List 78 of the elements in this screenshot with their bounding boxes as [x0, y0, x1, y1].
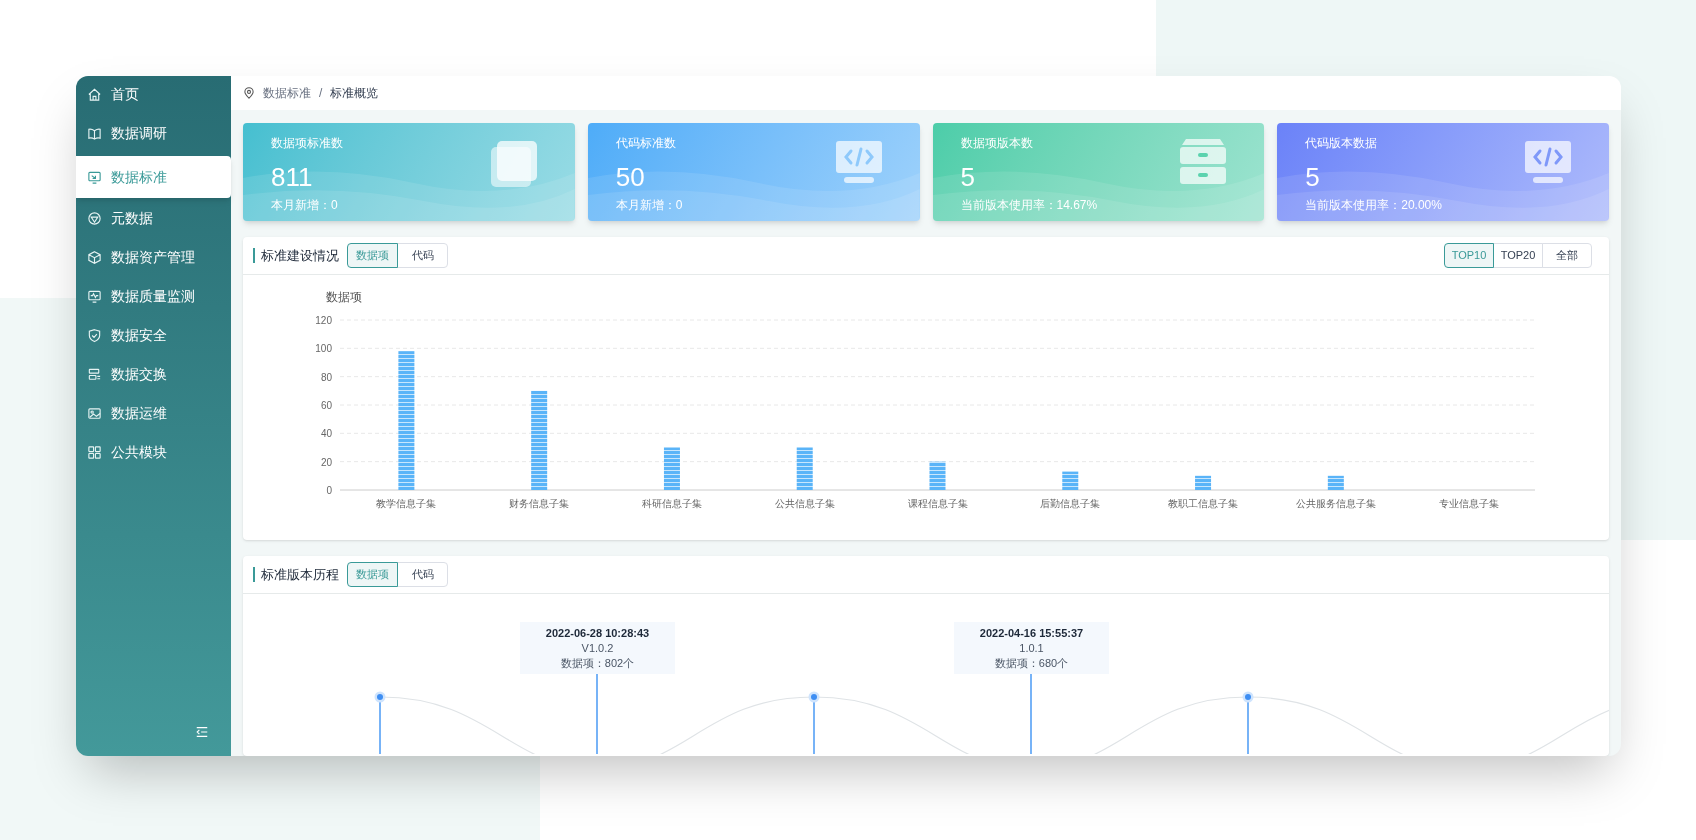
- timeline-node: [808, 691, 820, 754]
- segment-tab[interactable]: TOP20: [1493, 243, 1543, 268]
- panel-title: 标准建设情况: [253, 248, 339, 263]
- x-tick-label: 财务信息子集: [509, 498, 570, 509]
- y-tick-label: 40: [320, 428, 332, 440]
- sidebar-item[interactable]: 数据交换: [76, 356, 231, 393]
- card-subtext: 当前版本使用率：20.00%: [1305, 197, 1442, 213]
- x-tick-label: 教职工信息子集: [1168, 498, 1239, 509]
- x-tick-label: 后勤信息子集: [1040, 498, 1101, 509]
- axis-title: 数据项: [326, 290, 362, 304]
- card-subtext: 本月新增：0: [615, 197, 683, 213]
- y-tick-label: 120: [315, 315, 332, 326]
- x-tick-label: 公共信息子集: [774, 498, 835, 509]
- bar: [1327, 475, 1344, 490]
- card-title: 代码版本数据: [1305, 135, 1378, 151]
- list-icon: [87, 367, 102, 382]
- cube-icon: [87, 250, 102, 265]
- bar: [1062, 471, 1079, 490]
- segment-tab[interactable]: 数据项: [347, 562, 398, 587]
- sidebar-item[interactable]: 数据质量监测: [76, 278, 231, 315]
- sidebar-item[interactable]: 数据调研: [76, 115, 231, 152]
- shield-icon: [87, 328, 102, 343]
- collapse-menu-icon[interactable]: [195, 725, 209, 739]
- version-count: 数据项：680个: [994, 655, 1069, 671]
- card-value: 5: [1305, 161, 1320, 193]
- x-tick-label: 专业信息子集: [1438, 498, 1499, 509]
- bar: [929, 461, 946, 490]
- image-frame-icon: [87, 406, 102, 421]
- y-tick-label: 0: [326, 485, 332, 496]
- home-icon: [87, 87, 102, 102]
- timeline-node: [1242, 691, 1254, 754]
- segment-tab[interactable]: 代码: [397, 562, 448, 587]
- monitor-icon: [87, 169, 102, 185]
- segment-tab[interactable]: 全部: [1542, 243, 1592, 268]
- card-subtext: 当前版本使用率：14.67%: [960, 197, 1098, 213]
- sidebar-item[interactable]: 数据运维: [76, 395, 231, 432]
- timeline-node: [374, 691, 386, 754]
- sidebar-item[interactable]: 首页: [76, 76, 231, 113]
- card-title: 代码标准数: [615, 135, 676, 151]
- panel-title: 标准版本历程: [253, 567, 339, 582]
- version-number: 1.0.1: [1019, 640, 1044, 656]
- breadcrumb-link[interactable]: 数据标准: [263, 84, 311, 102]
- book-icon: [87, 126, 102, 141]
- x-tick-label: 课程信息子集: [907, 498, 968, 509]
- sidebar-item[interactable]: 元数据: [76, 200, 231, 237]
- version-count: 数据项：802个: [560, 655, 635, 671]
- sidebar-item[interactable]: 公共模块: [76, 434, 231, 471]
- y-tick-label: 100: [315, 343, 332, 355]
- version-date: 2022-06-28 10:28:43: [545, 625, 650, 641]
- location-pin-icon: [243, 87, 255, 99]
- card-subtext: 本月新增：0: [271, 197, 338, 213]
- segment-tab[interactable]: 代码: [397, 243, 448, 268]
- grid-icon: [87, 445, 102, 460]
- breadcrumb-separator: /: [319, 85, 323, 102]
- sidebar-item[interactable]: 数据安全: [76, 317, 231, 354]
- bar: [1195, 475, 1212, 490]
- bar: [796, 447, 813, 490]
- drawer-cabinet-icon: [1178, 137, 1229, 187]
- version-number: V1.0.2: [581, 640, 614, 656]
- bar: [663, 447, 680, 490]
- card-value: 811: [271, 161, 313, 193]
- circle-icon: [87, 211, 102, 226]
- x-tick-label: 教学信息子集: [376, 498, 437, 509]
- segment-tab[interactable]: 数据项: [347, 243, 398, 268]
- y-tick-label: 20: [320, 456, 332, 468]
- card-value: 5: [960, 161, 975, 193]
- sidebar-item[interactable]: 数据资产管理: [76, 239, 231, 276]
- card-value: 50: [615, 161, 645, 193]
- version-date: 2022-04-16 15:55:37: [979, 625, 1084, 641]
- y-tick-label: 60: [320, 400, 332, 411]
- pulse-monitor-icon: [87, 289, 102, 304]
- x-tick-label: 公共服务信息子集: [1295, 498, 1376, 509]
- y-tick-label: 80: [320, 371, 332, 383]
- sidebar-item[interactable]: 数据标准: [76, 156, 231, 198]
- card-title: 数据项标准数: [271, 135, 343, 151]
- x-tick-label: 科研信息子集: [641, 498, 702, 509]
- segment-tab[interactable]: TOP10: [1444, 243, 1494, 268]
- card-title: 数据项版本数: [960, 135, 1033, 151]
